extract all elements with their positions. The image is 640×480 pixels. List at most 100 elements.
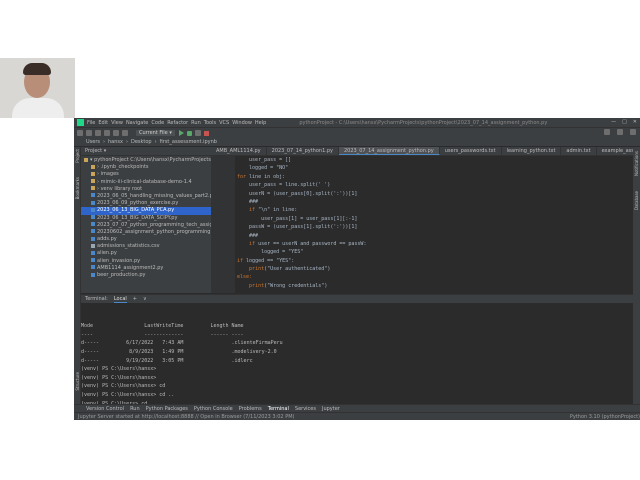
terminal-header: Terminal: Local + ∨	[81, 295, 633, 303]
tree-file[interactable]: admissions_statistics.csv	[81, 243, 211, 250]
code-line-text: if logged == "YES":	[237, 257, 295, 264]
terminal-line: (venv) PS C:\Users\hansx> cd	[81, 383, 166, 390]
terminal-output[interactable]: Mode LastWriteTime Length Name ---- -----…	[81, 305, 633, 417]
tree-file[interactable]: beer_production.py	[81, 272, 211, 279]
folder-icon	[91, 186, 95, 191]
new-terminal-icon[interactable]: +	[133, 296, 137, 302]
interpreter-indicator[interactable]: Python 3.10 (pythonProject)	[570, 414, 640, 420]
settings-icon[interactable]	[630, 129, 636, 135]
editor-tab[interactable]: 2023_07_14_python1.py	[267, 147, 339, 155]
code-line: else:	[237, 273, 633, 281]
tree-item-label: alien_invasion.py	[97, 257, 141, 264]
user-icon[interactable]	[604, 129, 610, 135]
menu-tools[interactable]: Tools	[204, 120, 216, 126]
menu-file[interactable]: File	[87, 120, 95, 126]
terminal-panel: Terminal: Local + ∨ Mode LastWriteTime L…	[81, 294, 633, 415]
maximize-icon[interactable]: □	[622, 119, 627, 125]
open-folder-icon[interactable]	[77, 130, 83, 136]
webcam-overlay	[0, 58, 75, 118]
tree-file[interactable]: AMB1114_assignment2.py	[81, 265, 211, 272]
tree-folder[interactable]: › images	[81, 171, 211, 178]
menu-window[interactable]: Window	[232, 120, 252, 126]
editor-tab[interactable]: 2023_07_14_assignment_python.py	[338, 147, 440, 155]
debug-icon[interactable]	[186, 130, 192, 136]
side-tab-bookmarks[interactable]: Bookmarks	[75, 177, 80, 199]
editor-tab[interactable]: learning_python.txt	[502, 147, 562, 155]
tree-file[interactable]: 2023_06_13_BIG_DATA_SCIPY.py	[81, 215, 211, 222]
terminal-dropdown-icon[interactable]: ∨	[143, 296, 147, 302]
editor-tab[interactable]: users_passwords.txt	[440, 147, 502, 155]
python-file-icon	[91, 265, 95, 270]
folder-icon	[91, 179, 95, 184]
tree-item-label: alien.py	[97, 250, 117, 257]
code-line-text: if user == userN and password == passW:	[249, 240, 367, 247]
status-bar: Jupyter Server started at http://localho…	[74, 412, 640, 420]
code-keyword: if	[249, 207, 256, 214]
code-line: for line in obj:	[237, 173, 633, 181]
menu-run[interactable]: Run	[191, 120, 201, 126]
close-icon[interactable]: ✕	[633, 119, 637, 125]
breadcrumb-item[interactable]: hansx	[108, 139, 123, 145]
side-tab-database[interactable]: Database	[634, 191, 639, 210]
hammer-icon[interactable]	[122, 130, 128, 136]
run-configuration-select[interactable]: Current File ▾	[136, 130, 175, 136]
python-file-icon	[91, 250, 95, 255]
code-line: print("User authenticated")	[237, 265, 633, 273]
code-keyword: print	[249, 266, 265, 273]
tree-folder[interactable]: › venv library root	[81, 186, 211, 193]
menu-help[interactable]: Help	[255, 120, 266, 126]
left-tool-strip: Project Bookmarks Structure	[74, 147, 81, 420]
code-line: userN = (user_pass[0].split(':'))[1]	[237, 190, 633, 198]
code-line-text: else:	[237, 273, 252, 281]
tree-file[interactable]: 2023_06_05_handling_missing_values_part2…	[81, 193, 211, 200]
menu-code[interactable]: Code	[151, 120, 164, 126]
breadcrumb-item[interactable]: Desktop	[131, 139, 152, 145]
coverage-icon[interactable]	[194, 130, 201, 136]
terminal-line: d----- 8/9/2023 1:49 PM .modelivery-2.0	[81, 348, 277, 355]
menu-refactor[interactable]: Refactor	[167, 120, 188, 126]
minimize-icon[interactable]: —	[611, 119, 616, 125]
code-keyword: else:	[237, 274, 253, 281]
tree-folder[interactable]: › mimic-iii-clinical-database-demo-1.4	[81, 179, 211, 186]
tree-file[interactable]: 2023_07_07_python_programming_tech_assig…	[81, 222, 211, 229]
menu-navigate[interactable]: Navigate	[126, 120, 148, 126]
editor-tab[interactable]: AMB_AML1114.py	[211, 147, 267, 155]
editor-tab[interactable]: example_assumptions.py	[597, 147, 633, 155]
editor-tab[interactable]: admin.txt	[561, 147, 597, 155]
terminal-line: Mode LastWriteTime Length Name	[81, 323, 244, 330]
tree-file[interactable]: 20230602_assignment_python_programming.p…	[81, 229, 211, 236]
search-everywhere-icon[interactable]	[617, 129, 623, 135]
side-tab-project[interactable]: Project	[75, 149, 80, 163]
menu-view[interactable]: View	[111, 120, 123, 126]
breadcrumb-item[interactable]: first_assessment.ipynb	[160, 139, 217, 145]
code-line-text: for line in obj:	[237, 173, 286, 180]
python-file-icon	[91, 193, 95, 198]
run-icon[interactable]	[178, 130, 184, 136]
side-tab-notifications[interactable]: Notifications	[634, 151, 639, 176]
terminal-line: d----- 6/17/2022 7:43 AM .clienteFirmaPe…	[81, 340, 283, 347]
project-panel-header[interactable]: Project ▾	[81, 147, 211, 156]
tree-file[interactable]: adds.py	[81, 236, 211, 243]
menu-vcs[interactable]: VCS	[219, 120, 229, 126]
tree-file[interactable]: 2023_06_13_BIG_DATA_PCA.py	[81, 207, 211, 215]
back-icon[interactable]	[104, 130, 110, 136]
terminal-tab-local[interactable]: Local	[113, 296, 127, 303]
save-all-icon[interactable]	[86, 130, 92, 136]
webcam-person-hair	[23, 63, 51, 75]
status-message[interactable]: Jupyter Server started at http://localho…	[78, 414, 294, 420]
code-line-text: print("Wrong credentials")	[249, 282, 328, 289]
tree-folder[interactable]: ▾ pythonProject C:\Users\hansx\PycharmPr…	[81, 157, 211, 164]
tree-folder[interactable]: › .ipynb_checkpoints	[81, 164, 211, 171]
breadcrumb-item[interactable]: Users	[86, 139, 100, 145]
code-area[interactable]: user_pass = [] logged = "NO" for line in …	[237, 156, 633, 290]
tree-file[interactable]: alien.py	[81, 250, 211, 257]
menu-edit[interactable]: Edit	[98, 120, 108, 126]
stop-icon[interactable]	[203, 130, 209, 136]
code-line-text: if "\n" in line:	[249, 207, 298, 214]
tree-file[interactable]: 2023_06_09_python_exercise.py	[81, 200, 211, 207]
main-toolbar: Current File ▾	[74, 127, 640, 138]
side-tab-structure[interactable]: Structure	[75, 372, 80, 391]
sync-icon[interactable]	[95, 130, 101, 136]
forward-icon[interactable]	[113, 130, 119, 136]
tree-file[interactable]: alien_invasion.py	[81, 258, 211, 265]
